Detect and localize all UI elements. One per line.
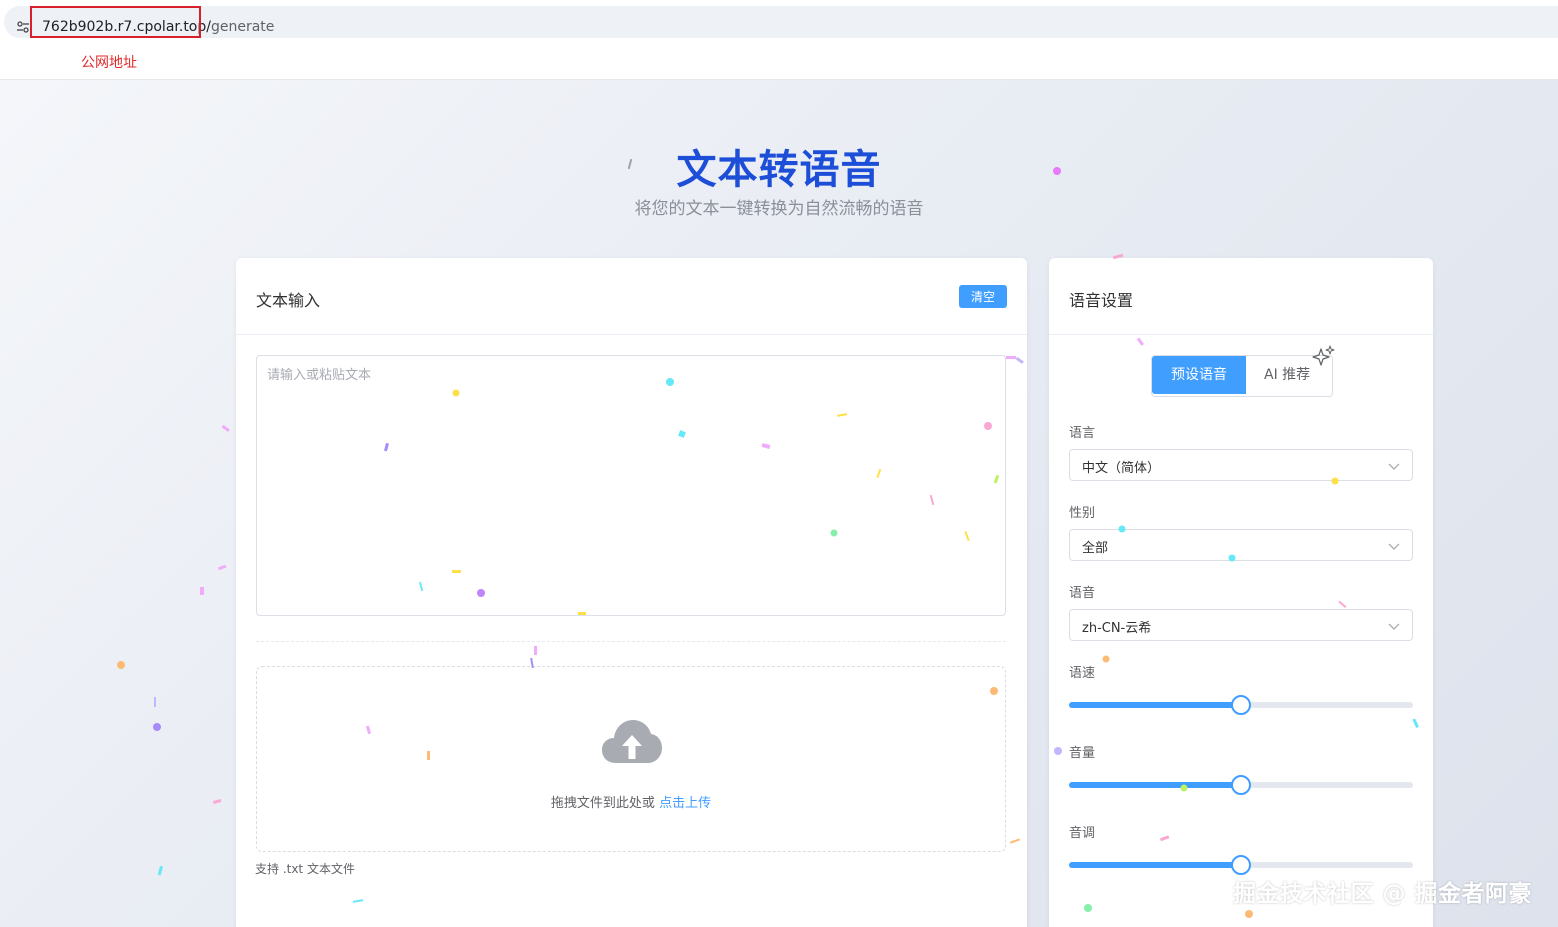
slider-thumb[interactable] [1231, 775, 1251, 795]
annotation-strip [0, 44, 1558, 80]
watermark-text: 掘金技术社区 @ 掘金者阿豪 [1232, 881, 1532, 907]
chevron-down-icon [1388, 463, 1400, 470]
slider-fill [1069, 702, 1241, 708]
language-select-value: 中文（简体） [1082, 461, 1161, 476]
voice-settings-title: 语音设置 [1069, 291, 1134, 310]
dropzone-instruction: 拖拽文件到此处或 [550, 796, 660, 811]
speed-slider[interactable] [1069, 693, 1413, 717]
voice-settings-card-header: 语音设置 [1049, 258, 1433, 335]
slider-thumb[interactable] [1231, 855, 1251, 875]
tab-ai-recommend-label: AI 推荐 [1264, 367, 1311, 383]
cloud-upload-icon [602, 720, 662, 763]
click-upload-link[interactable]: 点击上传 [659, 796, 711, 811]
text-input-card-header: 文本输入 清空 [236, 258, 1027, 335]
file-dropzone[interactable]: 拖拽文件到此处或 点击上传 [256, 666, 1006, 852]
page-subtitle: 将您的文本一键转换为自然流畅的语音 [634, 199, 924, 219]
tab-ai-recommend[interactable]: AI 推荐 [1246, 345, 1335, 394]
dropzone-text: 拖拽文件到此处或 点击上传 [257, 792, 1005, 811]
page-title: 文本转语音 [676, 147, 882, 193]
slider-fill [1069, 862, 1241, 868]
url-highlight-box [30, 6, 201, 38]
tab-preset-voice[interactable]: 预设语音 [1152, 356, 1246, 394]
speed-label: 语速 [1069, 666, 1096, 681]
slider-fill [1069, 782, 1241, 788]
pitch-label: 音调 [1069, 826, 1096, 841]
volume-label: 音量 [1069, 746, 1096, 761]
text-input-title: 文本输入 [256, 291, 321, 310]
chevron-down-icon [1388, 543, 1400, 550]
language-label: 语言 [1069, 426, 1096, 441]
voice-settings-card: 语音设置 预设语音 AI 推荐 语言 中文（简体） 性别 全部 语音 zh-CN… [1049, 258, 1433, 927]
language-select[interactable]: 中文（简体） [1069, 449, 1413, 481]
voice-mode-tabs: 预设语音 AI 推荐 [1151, 345, 1335, 397]
voice-select[interactable]: zh-CN-云希 [1069, 609, 1413, 641]
volume-slider[interactable] [1069, 773, 1413, 797]
url-path: generate [210, 19, 275, 35]
browser-address-bar: 762b902b.r7.cpolar.top/generate [0, 0, 1558, 44]
public-address-annotation: 公网地址 [81, 55, 137, 71]
voice-label: 语音 [1069, 586, 1096, 601]
slider-thumb[interactable] [1231, 695, 1251, 715]
gender-label: 性别 [1069, 506, 1096, 521]
voice-select-value: zh-CN-云希 [1082, 621, 1152, 636]
page-background: 文本转语音 将您的文本一键转换为自然流畅的语音 文本输入 清空 拖拽文件到此处或… [0, 80, 1558, 927]
site-settings-icon[interactable] [16, 20, 30, 34]
gender-select[interactable]: 全部 [1069, 529, 1413, 561]
file-type-tip: 支持 .txt 文本文件 [255, 862, 355, 876]
text-input-card: 文本输入 清空 拖拽文件到此处或 点击上传 支持 .txt 文本文件 [236, 258, 1027, 927]
chevron-down-icon [1388, 623, 1400, 630]
gender-select-value: 全部 [1082, 541, 1109, 556]
omnibox[interactable]: 762b902b.r7.cpolar.top/generate [4, 6, 1558, 38]
text-input-area[interactable] [256, 355, 1006, 616]
sparkle-icon [1312, 345, 1335, 366]
clear-button[interactable]: 清空 [959, 285, 1007, 308]
section-divider [256, 641, 1006, 642]
